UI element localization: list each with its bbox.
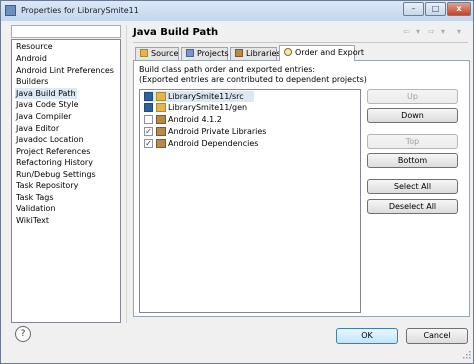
sidebar-item-javadoc-location[interactable]: Javadoc Location — [15, 134, 85, 145]
down-button[interactable]: Down — [367, 108, 458, 123]
sidebar-item-java-build-path[interactable]: Java Build Path — [15, 88, 77, 99]
gen-checkbox[interactable] — [144, 103, 153, 112]
order-export-icon — [284, 48, 292, 56]
sidebar-item-java-code-style[interactable]: Java Code Style — [15, 99, 80, 110]
ok-button[interactable]: OK — [336, 328, 398, 344]
sidebar-item-android[interactable]: Android — [15, 53, 48, 64]
title-bar[interactable]: Properties for LibrarySmite11 ... – □ x — [1, 1, 473, 21]
tab-projects[interactable]: Projects — [181, 47, 229, 60]
library-jar-icon — [156, 115, 166, 124]
close-button[interactable]: x — [447, 2, 471, 16]
window-app-icon — [5, 5, 16, 16]
help-icon[interactable]: ? — [15, 326, 31, 342]
minimize-icon: – — [411, 4, 416, 13]
filter-input[interactable] — [11, 25, 121, 38]
window-title-ghost: ... — [151, 6, 158, 14]
description-line-1: Build class path order and exported entr… — [139, 65, 316, 74]
close-icon: x — [456, 4, 462, 13]
android-412-checkbox[interactable] — [144, 115, 153, 124]
view-menu-icon[interactable]: ▾ — [457, 27, 461, 36]
src-checkbox[interactable] — [144, 92, 153, 101]
dependencies-checkbox[interactable]: ✓ — [144, 139, 153, 148]
tab-order-and-export-label: Order and Export — [295, 48, 365, 57]
forward-history-menu-icon[interactable]: ▾ — [441, 27, 445, 36]
sidebar-item-builders[interactable]: Builders — [15, 76, 49, 87]
header-separator — [133, 42, 468, 43]
list-item-librarysmite11-src[interactable]: LibrarySmite11/src — [144, 91, 254, 102]
panel-splitter[interactable] — [126, 25, 127, 323]
select-all-button[interactable]: Select All — [367, 179, 458, 194]
bottom-button[interactable]: Bottom — [367, 153, 458, 168]
source-folder-icon — [156, 92, 166, 101]
tab-source[interactable]: Source — [135, 47, 179, 60]
maximize-button[interactable]: □ — [425, 2, 446, 16]
resize-grip-icon[interactable] — [463, 351, 471, 359]
libraries-icon — [235, 49, 243, 57]
entry-label: LibrarySmite11/gen — [168, 103, 248, 112]
window-title: Properties for LibrarySmite11 — [21, 6, 139, 15]
source-folder-icon — [156, 103, 166, 112]
minimize-button[interactable]: – — [403, 2, 424, 16]
sidebar-item-wikitext[interactable]: WikiText — [15, 215, 50, 226]
tab-projects-label: Projects — [197, 49, 229, 58]
tab-order-and-export[interactable]: Order and Export — [279, 45, 364, 61]
sidebar-item-run-debug-settings[interactable]: Run/Debug Settings — [15, 169, 97, 180]
list-item-librarysmite11-gen[interactable]: LibrarySmite11/gen — [144, 102, 254, 113]
projects-icon — [186, 49, 194, 57]
sidebar-item-java-editor[interactable]: Java Editor — [15, 123, 60, 134]
list-item-android-4-1-2[interactable]: Android 4.1.2 — [144, 114, 254, 125]
sidebar-item-project-references[interactable]: Project References — [15, 146, 91, 157]
sidebar-item-java-compiler[interactable]: Java Compiler — [15, 111, 72, 122]
sidebar-item-android-lint-preferences[interactable]: Android Lint Preferences — [15, 65, 115, 76]
sidebar-item-task-tags[interactable]: Task Tags — [15, 192, 55, 203]
tab-libraries-label: Libraries — [246, 49, 281, 58]
back-arrow-icon[interactable]: ⇦ — [403, 27, 410, 36]
tab-source-label: Source — [151, 49, 179, 58]
cancel-button[interactable]: Cancel — [406, 328, 468, 344]
source-folder-icon — [140, 49, 148, 57]
entry-label: Android Dependencies — [168, 139, 259, 148]
entry-label: LibrarySmite11/src — [168, 92, 244, 101]
page-title: Java Build Path — [133, 27, 219, 38]
sidebar-item-validation[interactable]: Validation — [15, 203, 57, 214]
forward-arrow-icon[interactable]: ⇨ — [428, 27, 435, 36]
tab-libraries[interactable]: Libraries — [230, 47, 281, 60]
back-history-menu-icon[interactable]: ▾ — [416, 27, 420, 36]
maximize-icon: □ — [431, 4, 440, 13]
private-libraries-checkbox[interactable]: ✓ — [144, 127, 153, 136]
sidebar-item-task-repository[interactable]: Task Repository — [15, 180, 79, 191]
list-item-android-dependencies[interactable]: ✓ Android Dependencies — [144, 138, 258, 149]
description-line-2: (Exported entries are contributed to dep… — [139, 75, 367, 84]
list-item-android-private-libraries[interactable]: ✓ Android Private Libraries — [144, 126, 266, 137]
properties-dialog: Properties for LibrarySmite11 ... – □ x … — [0, 0, 474, 364]
library-jar-icon — [156, 139, 166, 148]
deselect-all-button[interactable]: Deselect All — [367, 199, 458, 214]
sidebar-item-refactoring-history[interactable]: Refactoring History — [15, 157, 94, 168]
top-button[interactable]: Top — [367, 134, 458, 149]
sidebar-item-resource[interactable]: Resource — [15, 41, 54, 52]
up-button[interactable]: Up — [367, 89, 458, 104]
entry-label: Android Private Libraries — [168, 127, 267, 136]
library-jar-icon — [156, 127, 166, 136]
entry-label: Android 4.1.2 — [168, 115, 222, 124]
